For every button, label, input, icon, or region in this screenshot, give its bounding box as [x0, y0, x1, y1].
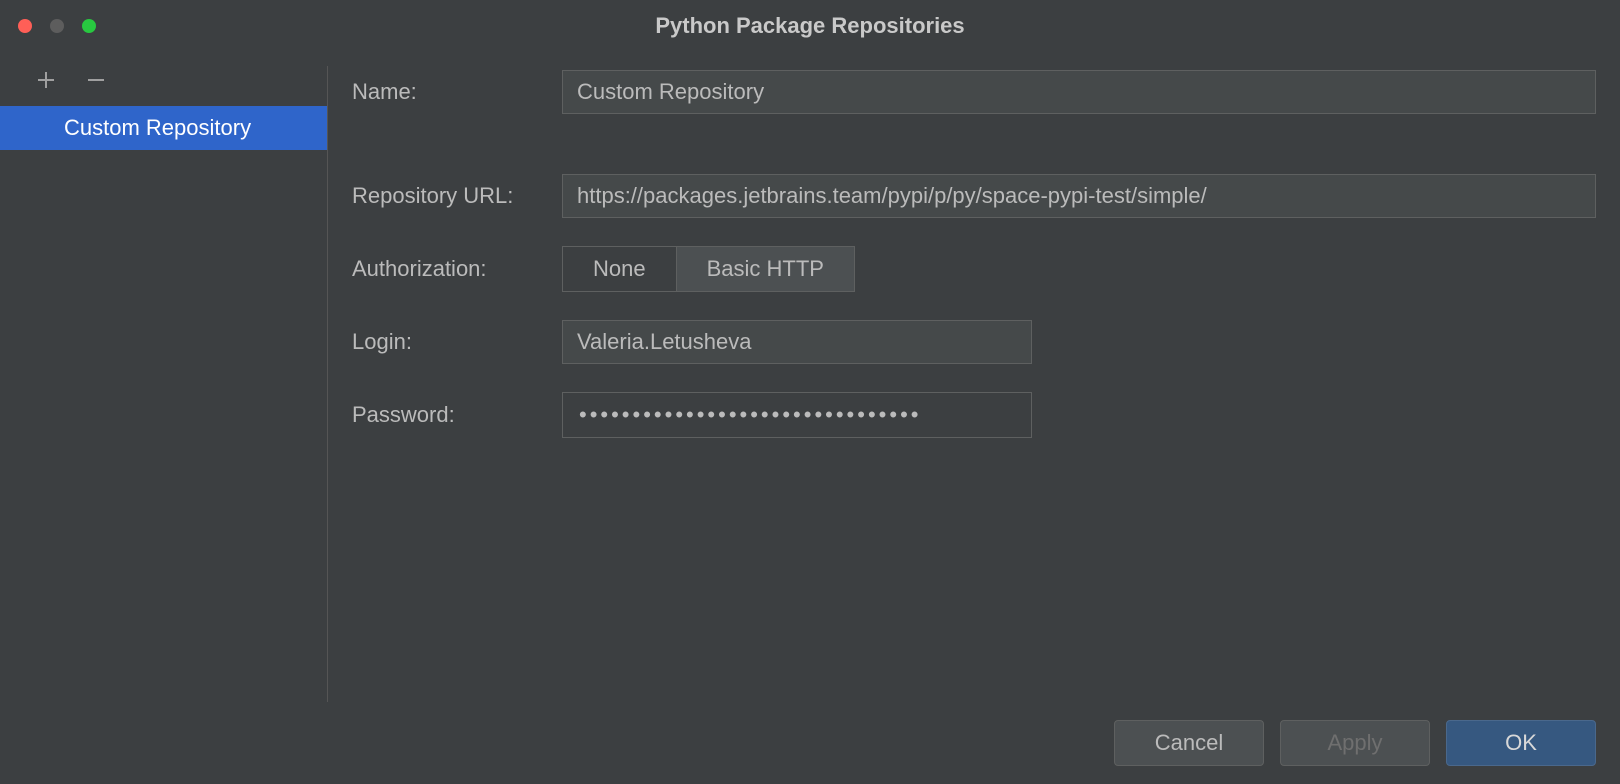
ok-button[interactable]: OK — [1446, 720, 1596, 766]
plus-icon — [36, 70, 56, 90]
row-login: Login: — [352, 320, 1596, 364]
remove-repository-button[interactable] — [82, 66, 110, 94]
authorization-toggle: None Basic HTTP — [562, 246, 855, 292]
row-authorization: Authorization: None Basic HTTP — [352, 246, 1596, 292]
minimize-window-icon — [50, 19, 64, 33]
traffic-lights — [18, 19, 96, 33]
close-window-icon[interactable] — [18, 19, 32, 33]
sidebar-item-custom-repository[interactable]: Custom Repository — [0, 106, 327, 150]
password-input[interactable]: •••••••••••••••••••••••••••••••• — [562, 392, 1032, 438]
dialog-window: Python Package Repositories — [0, 0, 1620, 784]
maximize-window-icon[interactable] — [82, 19, 96, 33]
apply-button[interactable]: Apply — [1280, 720, 1430, 766]
password-label: Password: — [352, 402, 562, 428]
dialog-footer: Cancel Apply OK — [0, 702, 1620, 784]
dialog-body: Custom Repository Name: Repository URL: … — [0, 52, 1620, 784]
add-repository-button[interactable] — [32, 66, 60, 94]
name-input[interactable] — [562, 70, 1596, 114]
login-label: Login: — [352, 329, 562, 355]
auth-basic-http-button[interactable]: Basic HTTP — [676, 246, 855, 292]
window-title: Python Package Repositories — [655, 13, 964, 39]
name-label: Name: — [352, 79, 562, 105]
sidebar-item-label: Custom Repository — [64, 115, 251, 140]
login-input[interactable] — [562, 320, 1032, 364]
repository-url-input[interactable] — [562, 174, 1596, 218]
repository-list: Custom Repository — [0, 106, 327, 702]
main-area: Custom Repository Name: Repository URL: … — [0, 52, 1620, 702]
cancel-button[interactable]: Cancel — [1114, 720, 1264, 766]
repository-sidebar: Custom Repository — [0, 66, 328, 702]
auth-none-button[interactable]: None — [562, 246, 676, 292]
authorization-label: Authorization: — [352, 256, 562, 282]
row-name: Name: — [352, 70, 1596, 114]
row-url: Repository URL: — [352, 174, 1596, 218]
sidebar-toolbar — [0, 66, 327, 106]
repository-form: Name: Repository URL: Authorization: Non… — [328, 66, 1620, 702]
url-label: Repository URL: — [352, 183, 562, 209]
titlebar: Python Package Repositories — [0, 0, 1620, 52]
row-password: Password: ••••••••••••••••••••••••••••••… — [352, 392, 1596, 438]
minus-icon — [86, 70, 106, 90]
